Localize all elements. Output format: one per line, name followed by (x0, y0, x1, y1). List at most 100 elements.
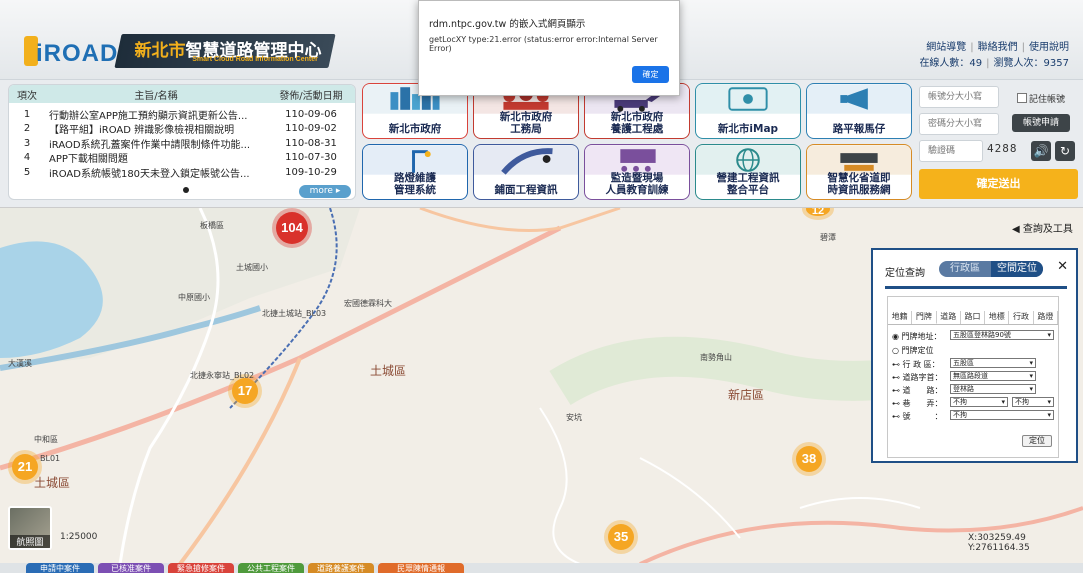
col-date: 發佈/活動日期 (279, 90, 343, 102)
announcement-header: 項次 主旨/名稱 發佈/活動日期 (9, 85, 355, 103)
tile-training[interactable]: 監造暨現場 人員教育訓練 (584, 144, 690, 200)
query-tools-toggle[interactable]: ◀ 查詢及工具 (1012, 220, 1073, 235)
place-label: 安坑 (566, 413, 582, 422)
tile-pavement[interactable]: 鋪面工程資訊 (473, 144, 579, 200)
tab-district[interactable]: 行政區 (939, 261, 991, 277)
alert-title: rdm.ntpc.gov.tw 的嵌入式網頁顯示 (429, 19, 586, 30)
announcement-row[interactable]: 3 iRAOD系統孔蓋案件作業中請限制條件功能... 110-08-31 (9, 136, 355, 151)
tab-cadastral[interactable]: 地籍 (888, 311, 913, 324)
tab-public-works-cases[interactable]: 公共工程案件 (238, 563, 304, 573)
captcha-input[interactable]: 驗證碼 (919, 140, 983, 162)
account-input[interactable]: 帳號分大小寫 (919, 86, 999, 108)
tab-admin[interactable]: 行政 (1009, 311, 1034, 324)
house-locate-radio[interactable]: ○ 門牌定位 (892, 345, 934, 356)
road-prefix-select[interactable]: 無區路段道 (950, 371, 1036, 381)
tile-road-report[interactable]: 路平報馬仔 (806, 83, 912, 139)
tile-label: 智慧化省道即 時資訊服務網 (827, 172, 891, 196)
row-no: 1 (23, 108, 31, 120)
place-label: 中原國小 (178, 293, 210, 302)
checkbox-icon (1017, 93, 1027, 103)
tab-house-number[interactable]: 門牌 (912, 311, 937, 324)
announcement-row[interactable]: 2 【路平組】iROAD 辨識影像檢視相關說明 110-09-02 (9, 121, 355, 136)
cluster-marker[interactable]: 35 (608, 524, 634, 550)
help-link[interactable]: 使用說明 (1029, 42, 1069, 53)
alley-select[interactable]: 不拘 (1012, 397, 1054, 407)
address-input[interactable]: 五股區登林路90號 (950, 330, 1054, 340)
row-title[interactable]: 【路平組】iROAD 辨識影像檢視相關說明 (45, 121, 267, 136)
map-scale: 1:25000 (60, 532, 98, 542)
cluster-marker[interactable]: 104 (276, 212, 308, 244)
tile-imap[interactable]: 新北市iMap (695, 83, 801, 139)
tab-applying-cases[interactable]: 申請中案件 (26, 563, 94, 573)
district-label: ⊷ 行 政 區： (892, 360, 940, 369)
tab-spatial[interactable]: 空間定位 (991, 261, 1043, 277)
tile-streetlight[interactable]: 路燈維護 管理系統 (362, 144, 468, 200)
more-button[interactable]: more ▸ (299, 185, 351, 198)
lane-label: ⊷ 巷 弄： (892, 399, 943, 408)
field-label: 巷 弄： (902, 399, 943, 408)
tile-label: 新北市政府 (388, 123, 442, 135)
tab-citizen-reports[interactable]: 民眾陳情通報 (378, 563, 464, 573)
row-no: 5 (23, 166, 31, 178)
captcha-image: 4288 (987, 142, 1018, 155)
tab-streetlight[interactable]: 路燈 (1034, 311, 1058, 324)
tile-label: 監造暨現場 人員教育訓練 (605, 172, 669, 196)
tab-road[interactable]: 道路 (937, 311, 961, 324)
submit-button[interactable]: 確定送出 (919, 169, 1078, 199)
locate-button[interactable]: 定位 (1022, 435, 1052, 447)
tile-label: 路平報馬仔 (832, 123, 886, 135)
locate-mode-switch: 行政區 空間定位 (939, 261, 1043, 277)
tab-emergency-cases[interactable]: 緊急搶修案件 (168, 563, 234, 573)
iroad-logo[interactable]: iROAD (12, 30, 117, 72)
announcement-row[interactable]: 1 行動辦公室APP施工預約顯示資訊更新公告... 110-09-06 (9, 107, 355, 122)
road-select[interactable]: 登林路 (950, 384, 1036, 394)
row-date: 109-10-29 (285, 166, 337, 178)
tab-landmark[interactable]: 地標 (985, 311, 1010, 324)
tab-approved-cases[interactable]: 已核准案件 (98, 563, 164, 573)
tile-label: 鋪面工程資訊 (494, 184, 558, 196)
sitemap-link[interactable]: 網站導覽 (926, 42, 966, 53)
tile-label: 路燈維護 管理系統 (394, 172, 436, 196)
aerial-label: 航照圖 (10, 535, 50, 548)
row-title[interactable]: APP下載相關問題 (45, 150, 267, 165)
locate-type-tabs: 地籍 門牌 道路 路口 地標 行政 路燈 (888, 311, 1058, 325)
announcement-panel: 項次 主旨/名稱 發佈/活動日期 1 行動辦公室APP施工預約顯示資訊更新公告..… (8, 84, 356, 200)
number-select[interactable]: 不拘 (950, 410, 1054, 420)
number-label: ⊷ 號 ： (892, 412, 943, 421)
field-label: 號 ： (902, 412, 943, 421)
col-no: 項次 (17, 90, 37, 102)
alert-ok-button[interactable]: 確定 (632, 66, 669, 83)
row-title[interactable]: iRAOD系統孔蓋案件作業中請限制條件功能... (45, 136, 267, 151)
address-radio-label: 門牌地址： (901, 332, 942, 341)
refresh-icon[interactable]: ↻ (1055, 141, 1075, 161)
announcement-row[interactable]: 5 iROAD系統帳號180天未登入鎖定帳號公告... 109-10-29 (9, 165, 355, 180)
tile-construction-info[interactable]: 營建工程資訊 整合平台 (695, 144, 801, 200)
lane-select[interactable]: 不拘 (950, 397, 1008, 407)
place-label: 板橋區 (200, 221, 224, 230)
tab-maintenance-cases[interactable]: 道路養護案件 (308, 563, 374, 573)
place-label: 北捷永寧站_BL02 (190, 371, 255, 380)
cluster-marker[interactable]: 17 (232, 378, 258, 404)
row-no: 3 (23, 137, 31, 149)
tile-label: 新北市政府 工務局 (499, 111, 553, 135)
address-radio[interactable]: ◉ 門牌地址： (892, 331, 942, 342)
locate-form: 地籍 門牌 道路 路口 地標 行政 路燈 ◉ 門牌地址： 五股區登林路90號 ○… (887, 296, 1059, 458)
announcement-row[interactable]: 4 APP下載相關問題 110-07-30 (9, 150, 355, 165)
pager-dot[interactable] (183, 187, 189, 193)
district-select[interactable]: 五股區 (950, 358, 1036, 368)
close-icon[interactable]: ✕ (1057, 259, 1068, 274)
tile-provincial-road[interactable]: 智慧化省道即 時資訊服務網 (806, 144, 912, 200)
remember-checkbox[interactable]: 記住帳號 (1017, 92, 1065, 105)
audio-captcha-icon[interactable]: 🔊 (1031, 141, 1051, 161)
tab-intersection[interactable]: 路口 (961, 311, 986, 324)
row-title[interactable]: 行動辦公室APP施工預約顯示資訊更新公告... (45, 107, 267, 122)
megaphone-icon (807, 84, 911, 114)
apply-account-button[interactable]: 帳號申請 (1012, 114, 1070, 132)
password-input[interactable]: 密碼分大小寫 (919, 113, 999, 135)
cluster-marker[interactable]: 38 (796, 446, 822, 472)
aerial-view-toggle[interactable]: 航照圖 (8, 506, 52, 550)
contact-link[interactable]: 聯絡我們 (978, 42, 1018, 53)
row-date: 110-08-31 (285, 137, 337, 149)
row-title[interactable]: iROAD系統帳號180天未登入鎖定帳號公告... (45, 165, 267, 180)
tile-label: 新北市iMap (717, 123, 779, 135)
